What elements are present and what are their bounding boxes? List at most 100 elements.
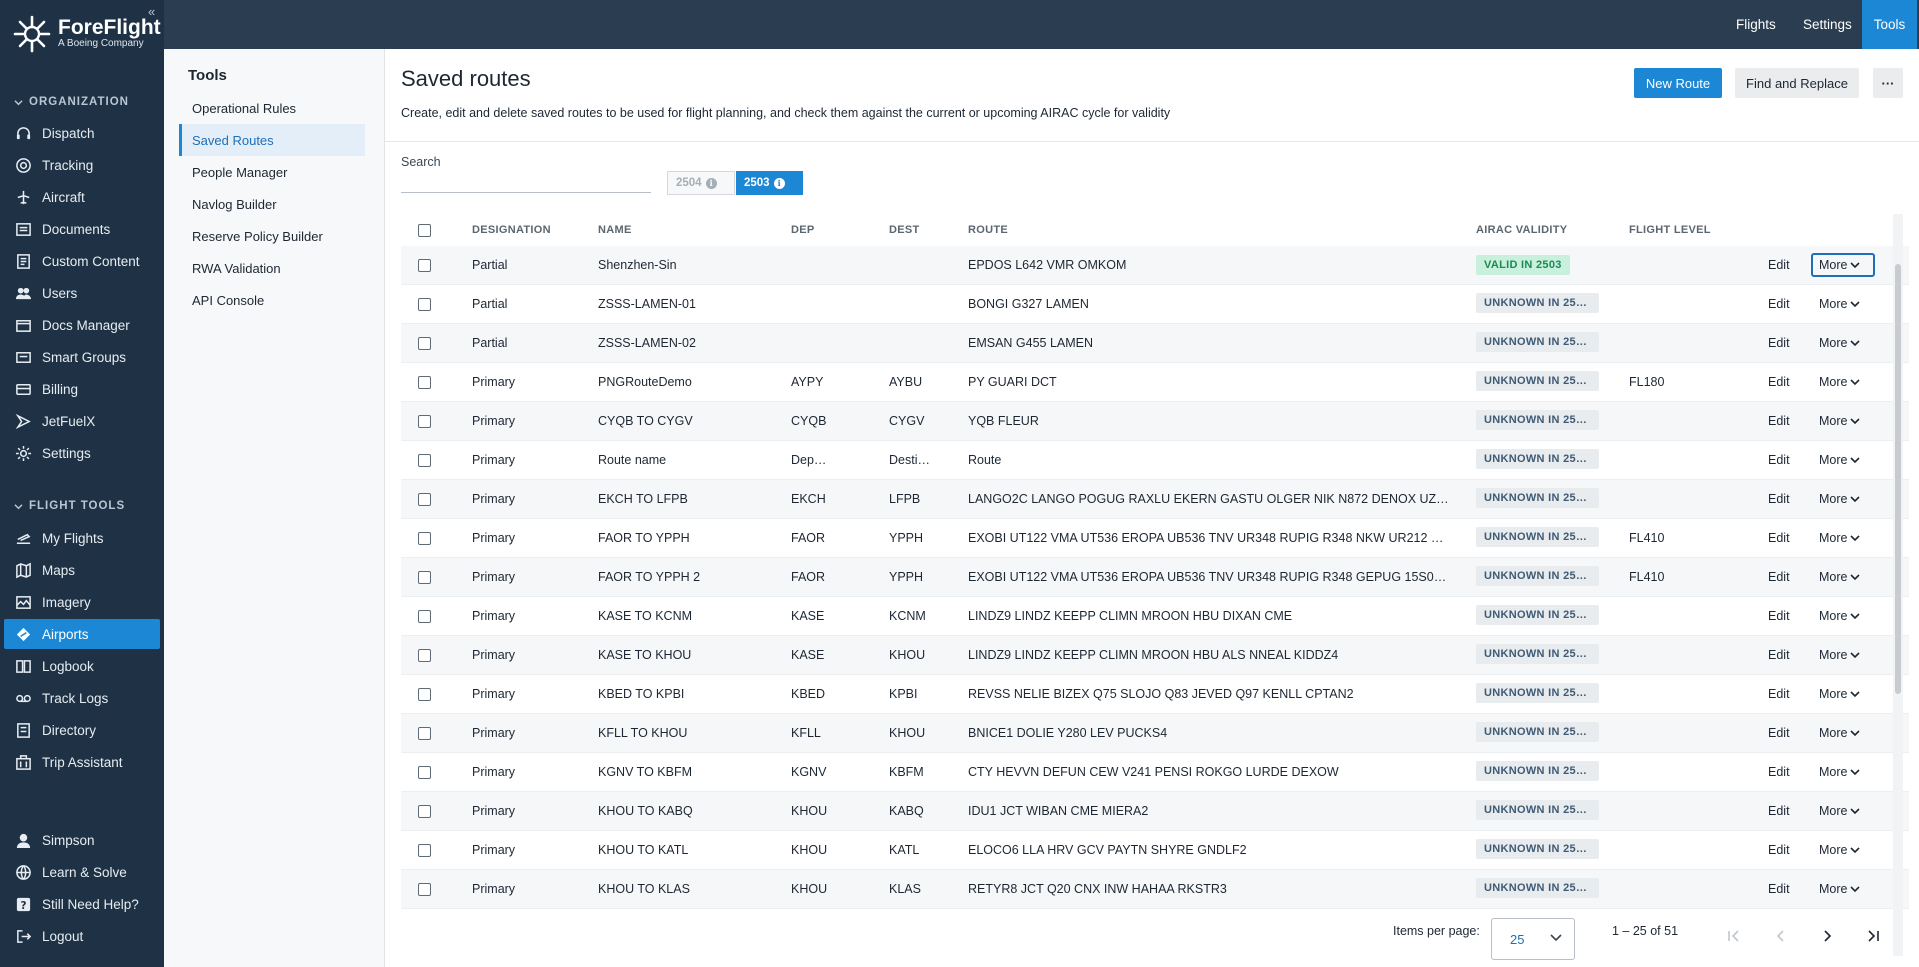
nav-item-settings[interactable]: Settings (4, 438, 160, 468)
more-dropdown-button[interactable]: More (1811, 604, 1875, 628)
foreflight-logo[interactable]: ForeFlight A Boeing Company (12, 14, 161, 54)
more-dropdown-button[interactable]: More (1811, 799, 1875, 823)
nav-item-maps[interactable]: Maps (4, 555, 160, 585)
table-row[interactable]: Primary CYQB TO CYGV CYQB CYGV YQB FLEUR UNKN… (401, 402, 1909, 441)
table-row[interactable]: Primary FAOR TO YPPH FAOR YPPH EXOBI UT122 V… (401, 519, 1909, 558)
nav-item-users[interactable]: Users (4, 278, 160, 308)
more-dropdown-button[interactable]: More (1811, 565, 1875, 589)
items-per-page-select[interactable]: 25 (1491, 918, 1575, 960)
edit-button[interactable]: Edit (1768, 687, 1790, 701)
header-flight-level[interactable]: FLIGHT LEVEL (1629, 224, 1719, 236)
edit-button[interactable]: Edit (1768, 843, 1790, 857)
more-dropdown-button[interactable]: More (1811, 487, 1875, 511)
row-checkbox[interactable] (418, 531, 431, 545)
edit-button[interactable]: Edit (1768, 258, 1790, 272)
row-checkbox[interactable] (418, 726, 431, 740)
nav-item-still-need-help[interactable]: ? Still Need Help? (4, 889, 160, 919)
more-dropdown-button[interactable]: More (1811, 331, 1875, 355)
next-page-icon[interactable] (1817, 926, 1837, 946)
more-dropdown-button[interactable]: More (1811, 253, 1875, 277)
edit-button[interactable]: Edit (1768, 336, 1790, 350)
row-checkbox[interactable] (418, 414, 431, 428)
edit-button[interactable]: Edit (1768, 297, 1790, 311)
row-checkbox[interactable] (418, 609, 431, 623)
nav-item-billing[interactable]: Billing (4, 374, 160, 404)
topnav-flights[interactable]: Flights (1725, 0, 1787, 49)
more-dropdown-button[interactable]: More (1811, 838, 1875, 862)
header-airac-validity[interactable]: AIRAC VALIDITY (1476, 224, 1567, 236)
select-all-checkbox[interactable] (418, 224, 431, 237)
table-row[interactable]: Primary FAOR TO YPPH 2 FAOR YPPH EXOBI UT122… (401, 558, 1909, 597)
nav-item-docs-manager[interactable]: Docs Manager (4, 310, 160, 340)
tool-link-api-console[interactable]: API Console (179, 284, 365, 316)
tool-link-saved-routes[interactable]: Saved Routes (179, 124, 365, 156)
edit-button[interactable]: Edit (1768, 609, 1790, 623)
edit-button[interactable]: Edit (1768, 648, 1790, 662)
more-dropdown-button[interactable]: More (1811, 370, 1875, 394)
nav-item-aircraft[interactable]: Aircraft (4, 182, 160, 212)
table-row[interactable]: Primary EKCH TO LFPB EKCH LFPB LANGO2C LANGO… (401, 480, 1909, 519)
nav-item-documents[interactable]: Documents (4, 214, 160, 244)
table-row[interactable]: Primary KHOU TO KATL KHOU KATL ELOCO6 LLA HR… (401, 831, 1909, 870)
nav-item-trip-assistant[interactable]: Trip Assistant (4, 747, 160, 777)
more-dropdown-button[interactable]: More (1811, 292, 1875, 316)
last-page-icon[interactable] (1863, 926, 1883, 946)
more-dropdown-button[interactable]: More (1811, 760, 1875, 784)
scrollbar-thumb[interactable] (1895, 264, 1901, 694)
table-row[interactable]: Primary KFLL TO KHOU KFLL KHOU BNICE1 DOLIE … (401, 714, 1909, 753)
nav-item-dispatch[interactable]: Dispatch (4, 118, 160, 148)
edit-button[interactable]: Edit (1768, 882, 1790, 896)
nav-item-imagery[interactable]: Imagery (4, 587, 160, 617)
edit-button[interactable]: Edit (1768, 765, 1790, 779)
more-dropdown-button[interactable]: More (1811, 682, 1875, 706)
nav-item-learn-solve[interactable]: Learn & Solve (4, 857, 160, 887)
tool-link-reserve-policy-builder[interactable]: Reserve Policy Builder (179, 220, 365, 252)
table-row[interactable]: Primary KASE TO KCNM KASE KCNM LINDZ9 LINDZ … (401, 597, 1909, 636)
nav-item-logout[interactable]: Logout (4, 921, 160, 951)
tool-link-operational-rules[interactable]: Operational Rules (179, 92, 365, 124)
header-name[interactable]: NAME (598, 224, 788, 236)
topnav-tools[interactable]: Tools (1862, 0, 1917, 49)
cycle-2503-toggle[interactable]: 2503 i (736, 171, 803, 195)
more-dropdown-button[interactable]: More (1811, 409, 1875, 433)
more-dropdown-button[interactable]: More (1811, 448, 1875, 472)
nav-item-smart-groups[interactable]: Smart Groups (4, 342, 160, 372)
row-checkbox[interactable] (418, 882, 431, 896)
header-dep[interactable]: DEP (791, 224, 841, 236)
more-dropdown-button[interactable]: More (1811, 877, 1875, 901)
edit-button[interactable]: Edit (1768, 726, 1790, 740)
nav-item-my-flights[interactable]: My Flights (4, 523, 160, 553)
previous-page-icon[interactable] (1771, 926, 1791, 946)
table-row[interactable]: Primary KHOU TO KLAS KHOU KLAS RETYR8 JCT Q2… (401, 870, 1909, 909)
row-checkbox[interactable] (418, 843, 431, 857)
table-scrollbar[interactable] (1893, 214, 1903, 956)
row-checkbox[interactable] (418, 375, 431, 389)
nav-item-custom-content[interactable]: Custom Content (4, 246, 160, 276)
nav-item-tracking[interactable]: Tracking (4, 150, 160, 180)
table-row[interactable]: Primary KASE TO KHOU KASE KHOU LINDZ9 LINDZ … (401, 636, 1909, 675)
more-options-button[interactable]: ··· (1873, 68, 1903, 98)
find-replace-button[interactable]: Find and Replace (1735, 68, 1859, 98)
more-dropdown-button[interactable]: More (1811, 721, 1875, 745)
header-route[interactable]: ROUTE (968, 224, 1450, 236)
more-dropdown-button[interactable]: More (1811, 643, 1875, 667)
table-row[interactable]: Primary KBED TO KPBI KBED KPBI REVSS NELIE B… (401, 675, 1909, 714)
edit-button[interactable]: Edit (1768, 453, 1790, 467)
nav-item-logbook[interactable]: Logbook (4, 651, 160, 681)
search-input[interactable] (401, 173, 651, 193)
row-checkbox[interactable] (418, 648, 431, 662)
table-row[interactable]: Partial Shenzhen-Sin EPDOS L642 VMR OMKOM V… (401, 246, 1909, 285)
header-designation[interactable]: DESIGNATION (472, 224, 562, 236)
nav-item-directory[interactable]: Directory (4, 715, 160, 745)
row-checkbox[interactable] (418, 570, 431, 584)
edit-button[interactable]: Edit (1768, 804, 1790, 818)
edit-button[interactable]: Edit (1768, 570, 1790, 584)
tool-link-rwa-validation[interactable]: RWA Validation (179, 252, 365, 284)
tool-link-people-manager[interactable]: People Manager (179, 156, 365, 188)
nav-item-airports[interactable]: Airports (4, 619, 160, 649)
table-row[interactable]: Primary Route name Dep… Desti… Route UNKNOWN … (401, 441, 1909, 480)
row-checkbox[interactable] (418, 453, 431, 467)
row-checkbox[interactable] (418, 336, 431, 350)
edit-button[interactable]: Edit (1768, 414, 1790, 428)
header-dest[interactable]: DEST (889, 224, 939, 236)
